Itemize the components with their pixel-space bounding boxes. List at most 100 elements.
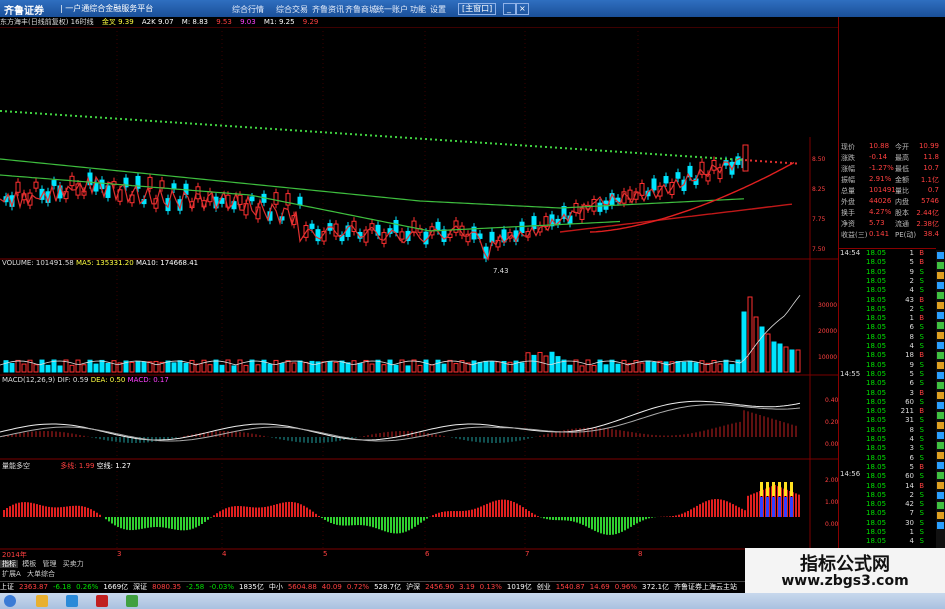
toolbar-icon[interactable]: [937, 342, 944, 349]
candle-body: [51, 180, 57, 187]
toolbar-icon[interactable]: [937, 362, 944, 369]
status-item: -0.03%: [209, 583, 234, 591]
toolbar-icon[interactable]: [937, 332, 944, 339]
dotted-trend-dot: [15, 110, 17, 113]
tab-extend-a[interactable]: 扩展A: [0, 570, 23, 578]
status-item: 1669亿: [103, 583, 129, 591]
quote-value: 5746: [921, 197, 939, 205]
stock-title: 东方海丰(日线前复权) 16时线: [0, 18, 94, 26]
indicator-bar-yellow: [766, 482, 769, 496]
date-axis: 2014年 3 4 5 6 7 8: [0, 550, 838, 559]
start-icon[interactable]: [4, 595, 16, 607]
quote-value: 101491: [869, 186, 896, 194]
price-tick: 7.75: [812, 216, 826, 223]
close-icon[interactable]: ×: [515, 3, 529, 15]
ma-line-green-lower: [0, 174, 621, 232]
side-toolbar[interactable]: [936, 250, 945, 550]
tab-indicator[interactable]: 指标: [0, 560, 18, 568]
toolbar-icon[interactable]: [937, 372, 944, 379]
candle-body: [159, 180, 165, 189]
dotted-trend-dot: [565, 147, 567, 150]
kline-chart-area[interactable]: 7.43: [0, 27, 838, 559]
toolbar-icon[interactable]: [937, 502, 944, 509]
ma5-value: MA5: 135331.20: [75, 259, 134, 267]
tick-volume: 4: [909, 342, 914, 350]
toolbar-icon[interactable]: [937, 302, 944, 309]
toolbar-icon[interactable]: [937, 452, 944, 459]
dotted-trend-dot: [150, 119, 152, 122]
volume-bar: [177, 360, 183, 373]
tab-big-orders[interactable]: 大单综合: [25, 570, 57, 578]
tab-manage[interactable]: 管理: [40, 560, 58, 568]
toolbar-icon[interactable]: [937, 422, 944, 429]
toolbar-icon[interactable]: [937, 392, 944, 399]
dotted-trend-dot: [110, 117, 112, 120]
menu-mall[interactable]: 齐鲁商城: [345, 4, 377, 15]
tick-volume: 1: [909, 528, 914, 536]
toolbar-icon[interactable]: [937, 252, 944, 259]
dotted-trend-dot: [335, 132, 337, 135]
tick-row: 18.05 6 S: [866, 323, 924, 332]
dotted-trend-dot: [465, 140, 467, 143]
macd-tick: 0.40: [825, 397, 839, 404]
toolbar-icon[interactable]: [937, 262, 944, 269]
tick-row: 18.05 43 B: [866, 296, 924, 305]
volume-bar: [663, 361, 669, 373]
toolbar-icon[interactable]: [937, 382, 944, 389]
volume-bar: [441, 363, 447, 373]
dotted-trend-dot: [735, 158, 737, 161]
dotted-trend-dot: [560, 146, 562, 149]
toolbar-icon[interactable]: [937, 352, 944, 359]
toolbar-icon[interactable]: [937, 442, 944, 449]
dotted-trend-dot: [205, 123, 207, 126]
toolbar-icon[interactable]: [937, 292, 944, 299]
volume-bar: [291, 362, 297, 373]
tab-template[interactable]: 模板: [20, 560, 38, 568]
date-mark: 3: [117, 550, 122, 558]
volume-bar: [579, 365, 585, 373]
toolbar-icon[interactable]: [937, 402, 944, 409]
toolbar-icon[interactable]: [937, 462, 944, 469]
toolbar-icon[interactable]: [937, 432, 944, 439]
main-window-button[interactable]: [主窗口]: [458, 3, 497, 15]
dotted-trend-dot: [650, 152, 652, 155]
menu-news[interactable]: 齐鲁资讯: [312, 4, 344, 15]
tick-price: 18.05: [866, 342, 887, 350]
toolbar-icon[interactable]: [937, 492, 944, 499]
tick-side: B: [919, 249, 924, 257]
tick-row: 18.05 2 S: [866, 277, 924, 286]
tab-buysell[interactable]: 买卖力: [61, 560, 86, 568]
menu-account[interactable]: 统一账户: [376, 4, 408, 15]
app-icon[interactable]: [126, 595, 138, 607]
toolbar-icon[interactable]: [937, 322, 944, 329]
tick-row: 18.05 4 S: [866, 435, 924, 444]
toolbar-icon[interactable]: [937, 412, 944, 419]
app-icon[interactable]: [96, 595, 108, 607]
menu-trade[interactable]: 综合交易: [276, 4, 308, 15]
browser-icon[interactable]: [66, 595, 78, 607]
watermark: 指标公式网 www.zbgs3.com: [745, 548, 945, 593]
toolbar-icon[interactable]: [937, 472, 944, 479]
indicator-info-bar: 东方海丰(日线前复权) 16时线 金叉 9.39 A2K 9.07 M: 8.8…: [0, 17, 835, 27]
toolbar-icon[interactable]: [937, 482, 944, 489]
volume-bar: [591, 364, 597, 373]
explorer-icon[interactable]: [36, 595, 48, 607]
tick-volume: 3: [909, 388, 914, 397]
dotted-trend-dot: [350, 133, 352, 136]
volume-bar: [195, 363, 201, 373]
volume-bar: [495, 361, 501, 373]
tick-row: 18.05 2 S: [866, 491, 924, 500]
toolbar-icon[interactable]: [937, 282, 944, 289]
toolbar-icon[interactable]: [937, 312, 944, 319]
toolbar-icon[interactable]: [937, 512, 944, 519]
tick-side: S: [919, 276, 924, 285]
volume-bar: [567, 364, 573, 373]
toolbar-icon[interactable]: [937, 272, 944, 279]
menu-market[interactable]: 综合行情: [232, 4, 264, 15]
menu-settings[interactable]: 设置: [430, 4, 446, 15]
dotted-trend-dot: [690, 155, 692, 158]
toolbar-icon[interactable]: [937, 522, 944, 529]
menu-function[interactable]: 功能: [410, 4, 426, 15]
tick-volume: 5: [909, 462, 914, 471]
status-item: 沪深: [406, 583, 421, 591]
